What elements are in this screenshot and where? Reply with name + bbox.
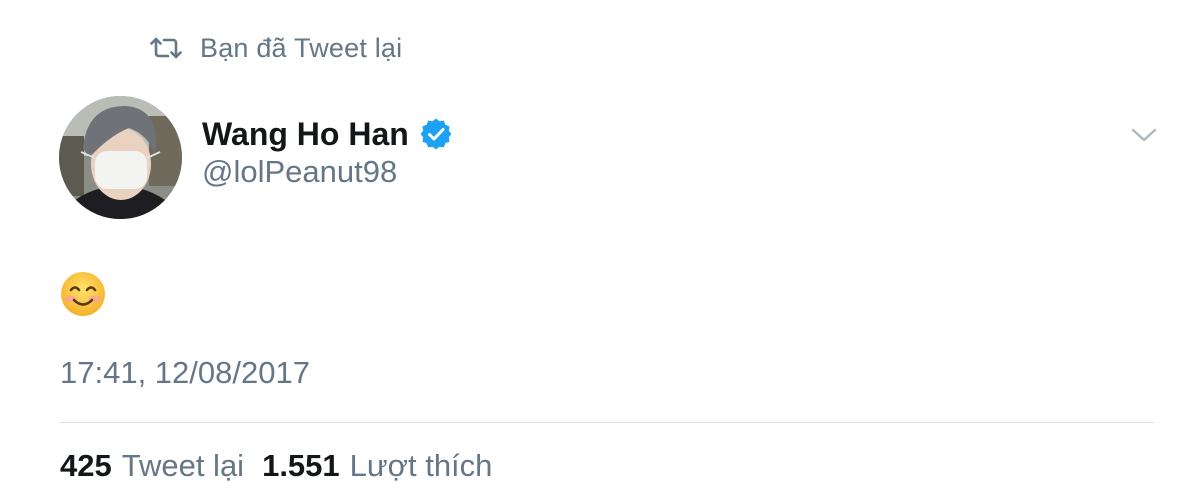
retweet-context-label: Bạn đã Tweet lại	[200, 32, 403, 63]
verified-badge-icon	[419, 117, 453, 151]
retweets-label[interactable]: Tweet lại	[122, 448, 244, 484]
likes-count[interactable]: 1.551	[262, 448, 340, 484]
avatar[interactable]	[59, 96, 182, 219]
retweet-context: Bạn đã Tweet lại	[150, 30, 402, 66]
retweets-count[interactable]: 425	[60, 448, 112, 484]
divider	[60, 422, 1154, 423]
tweet-timestamp[interactable]: 17:41, 12/08/2017	[60, 355, 310, 391]
retweet-icon	[150, 35, 182, 61]
chevron-down-icon[interactable]	[1130, 124, 1158, 146]
tweet-stats: 425 Tweet lại 1.551 Lượt thích	[60, 448, 492, 484]
likes-label[interactable]: Lượt thích	[350, 448, 493, 484]
author-name-row[interactable]: Wang Ho Han	[202, 112, 453, 156]
tweet-content-emoji	[60, 271, 106, 317]
author-handle[interactable]: @lolPeanut98	[202, 154, 397, 190]
author-display-name[interactable]: Wang Ho Han	[202, 116, 409, 153]
